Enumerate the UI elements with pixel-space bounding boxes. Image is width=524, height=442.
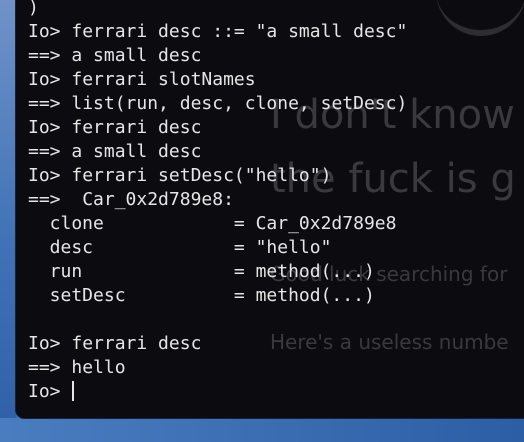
terminal-line: setDesc = method(...) bbox=[28, 284, 407, 308]
line-text: ferrari desc bbox=[71, 117, 202, 138]
terminal-line: Io> ferrari desc bbox=[28, 116, 407, 140]
terminal-line: ==> a small desc bbox=[28, 140, 407, 164]
terminal-line: ==> hello bbox=[28, 356, 407, 380]
line-prompt: Io> bbox=[28, 165, 72, 186]
terminal-window[interactable]: I don't know the fuck is g Good luck sea… bbox=[16, 0, 524, 418]
terminal-line: ) bbox=[28, 0, 407, 20]
line-text: Car_0x2d789e8: bbox=[71, 189, 234, 210]
line-text: hello bbox=[71, 357, 126, 378]
line-text: ferrari slotNames bbox=[71, 69, 256, 90]
terminal-output[interactable]: ) Io> ferrari desc ::= "a small desc" ==… bbox=[28, 0, 407, 404]
background-face-shape bbox=[436, 0, 524, 36]
line-text: clone = Car_0x2d789e8 bbox=[28, 213, 397, 234]
line-text: run = method(...) bbox=[28, 261, 375, 282]
line-text: list(run, desc, clone, setDesc) bbox=[71, 93, 408, 114]
terminal-line: Io> ferrari slotNames bbox=[28, 68, 407, 92]
desktop-background-bottom bbox=[0, 418, 524, 442]
line-prompt: Io> bbox=[28, 69, 72, 90]
terminal-line: Io> ferrari setDesc("hello") bbox=[28, 164, 407, 188]
terminal-line: clone = Car_0x2d789e8 bbox=[28, 212, 407, 236]
terminal-line: ==> a small desc bbox=[28, 44, 407, 68]
line-text: a small desc bbox=[71, 45, 202, 66]
line-prompt: Io> bbox=[28, 333, 72, 354]
terminal-line: desc = "hello" bbox=[28, 236, 407, 260]
line-text: setDesc = method(...) bbox=[28, 285, 375, 306]
line-text: a small desc bbox=[71, 141, 202, 162]
text-cursor bbox=[72, 381, 75, 401]
line-text: ferrari desc ::= "a small desc" bbox=[71, 21, 408, 42]
line-prompt: Io> bbox=[28, 21, 72, 42]
line-prompt: ==> bbox=[28, 357, 72, 378]
line-prompt: ==> bbox=[28, 189, 72, 210]
terminal-line: Io> ferrari desc bbox=[28, 332, 407, 356]
desktop-background bbox=[0, 0, 16, 442]
line-text: desc = "hello" bbox=[28, 237, 332, 258]
line-text: ferrari desc bbox=[71, 333, 202, 354]
terminal-line: ==> Car_0x2d789e8: bbox=[28, 188, 407, 212]
line-prompt: ==> bbox=[28, 141, 72, 162]
line-prompt: Io> bbox=[28, 117, 72, 138]
line-prompt: ==> bbox=[28, 45, 72, 66]
line-text: ferrari setDesc("hello") bbox=[71, 165, 332, 186]
line-prompt: Io> bbox=[28, 381, 72, 402]
terminal-line: Io> ferrari desc ::= "a small desc" bbox=[28, 20, 407, 44]
terminal-input-line[interactable]: Io> bbox=[28, 380, 407, 404]
line-prompt: ==> bbox=[28, 93, 72, 114]
terminal-line: run = method(...) bbox=[28, 260, 407, 284]
terminal-line: ==> list(run, desc, clone, setDesc) bbox=[28, 92, 407, 116]
line-text: ) bbox=[28, 0, 39, 18]
